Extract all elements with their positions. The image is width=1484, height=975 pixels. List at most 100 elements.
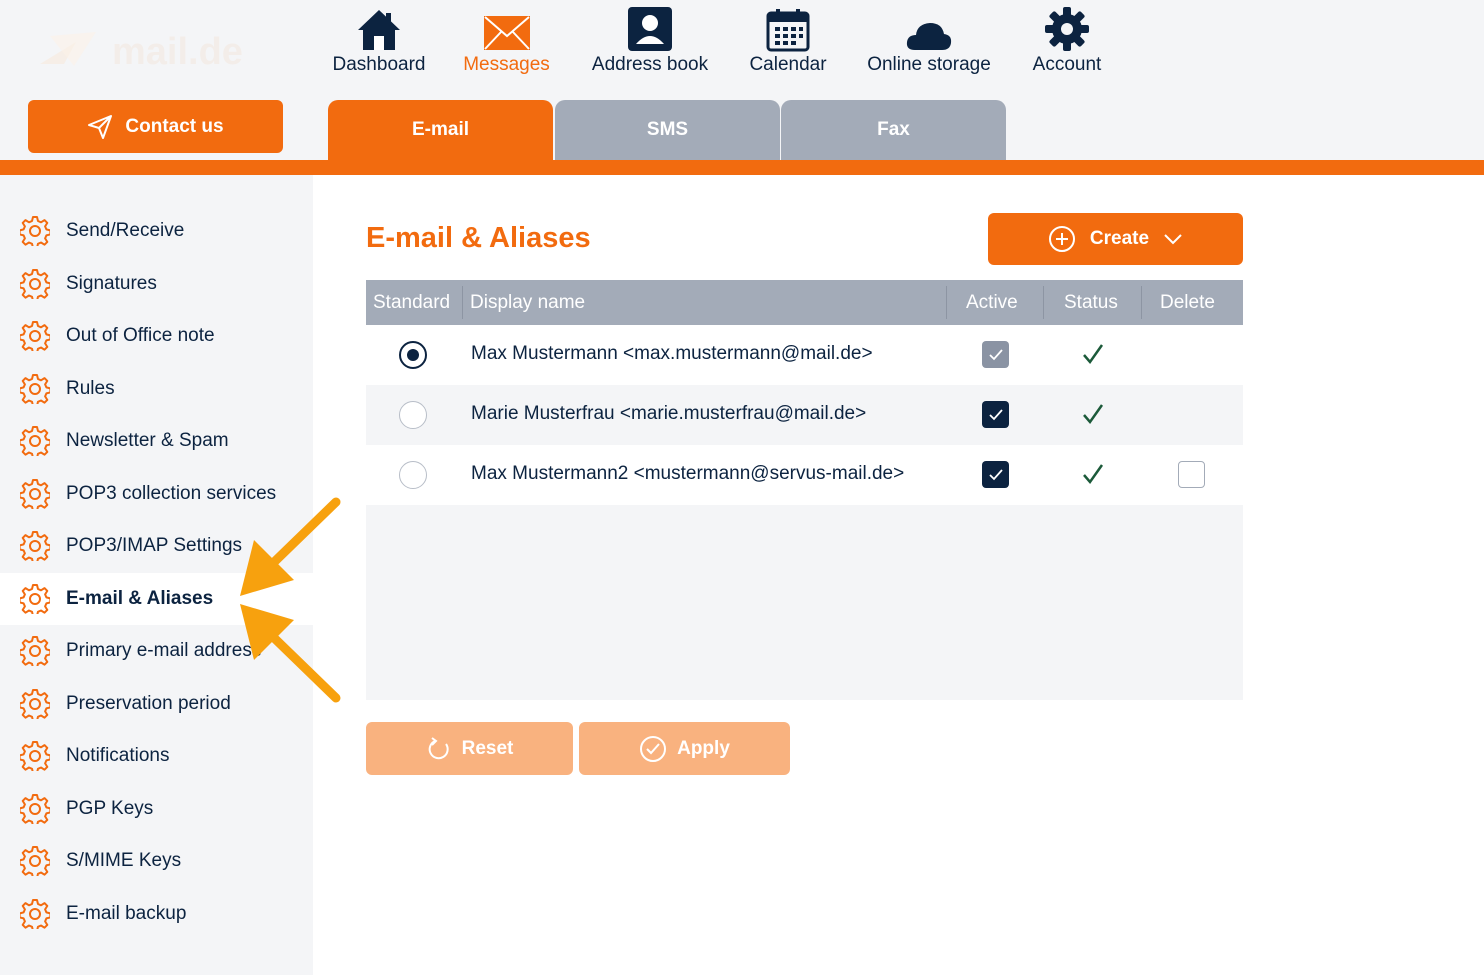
sidebar-item-pop3-collection[interactable]: POP3 collection services [0,468,313,520]
sidebar-item-label: Notifications [66,745,170,766]
col-status: Status [1064,291,1118,313]
checkmark-icon [988,468,1003,480]
chevron-down-icon [1164,234,1182,245]
gear-icon [20,636,50,666]
nav-messages-label: Messages [463,54,550,75]
nav-address-book[interactable]: Address book [585,0,715,90]
sidebar-item-email-backup[interactable]: E-mail backup [0,888,313,940]
gear-icon [20,216,50,246]
active-checkbox[interactable] [982,461,1009,488]
sidebar-item-send-receive[interactable]: Send/Receive [0,205,313,257]
refresh-icon [428,736,449,759]
checkmark-icon [988,408,1003,420]
nav-calendar[interactable]: Calendar [745,0,831,90]
standard-radio[interactable] [399,401,427,429]
check-circle-icon [640,735,667,762]
delete-checkbox[interactable] [1178,461,1205,488]
sidebar-item-preservation-period[interactable]: Preservation period [0,678,313,730]
contact-us-label: Contact us [125,115,224,137]
gear-icon [20,794,50,824]
status-ok-icon [1083,404,1104,425]
display-name: Marie Musterfrau <marie.musterfrau@mail.… [471,403,867,424]
tab-sms-label: SMS [646,119,689,140]
sidebar-item-label: Out of Office note [66,325,215,346]
gear-icon [20,689,50,719]
aliases-table: Standard Display name Active Status Dele… [366,280,1243,700]
gear-icon [20,321,50,351]
sidebar-item-label: E-mail & Aliases [66,588,214,609]
active-checkbox[interactable] [982,401,1009,428]
tab-email-label: E-mail [411,119,470,140]
apply-label: Apply [677,737,730,759]
nav-dashboard[interactable]: Dashboard [330,0,428,90]
sidebar-item-label: Rules [66,378,115,399]
reset-button[interactable]: Reset [366,722,573,775]
header-accent-bar [0,160,1484,175]
tab-email[interactable]: E-mail [328,100,553,160]
sidebar-item-label: POP3/IMAP Settings [66,535,243,556]
tab-sms[interactable]: SMS [555,100,780,160]
tab-fax[interactable]: Fax [781,100,1006,160]
nav-dashboard-label: Dashboard [332,54,426,75]
tab-fax-label: Fax [877,119,910,140]
apply-button[interactable]: Apply [579,722,790,775]
sidebar-item-pop3-imap-settings[interactable]: POP3/IMAP Settings [0,520,313,572]
gear-icon [20,374,50,404]
active-checkbox[interactable] [982,341,1009,368]
contact-us-button[interactable]: Contact us [28,100,283,153]
col-delete: Delete [1160,291,1215,313]
status-ok-icon [1083,464,1104,485]
nav-address-book-label: Address book [591,54,709,75]
gear-icon [20,426,50,456]
sidebar-item-primary-email[interactable]: Primary e-mail address [0,625,313,677]
sidebar-item-label: Preservation period [66,693,231,714]
logo-area: mail.de Contact us [0,0,313,160]
sidebar-item-label: POP3 collection services [66,483,277,504]
sidebar-item-label: PGP Keys [66,798,154,819]
col-divider [1043,286,1044,319]
col-divider [1141,286,1142,319]
standard-radio[interactable] [399,341,427,369]
standard-radio[interactable] [399,461,427,489]
status-ok-icon [1083,344,1104,365]
house-icon [358,10,400,50]
gear-icon [20,899,50,929]
gear-icon [20,269,50,299]
col-divider [462,286,463,319]
sidebar-item-newsletter-spam[interactable]: Newsletter & Spam [0,415,313,467]
reset-label: Reset [461,737,514,759]
sidebar-item-smime-keys[interactable]: S/MIME Keys [0,835,313,887]
col-standard: Standard [373,291,451,313]
table-row: Marie Musterfrau <marie.musterfrau@mail.… [366,385,1243,445]
checkmark-icon [988,348,1003,360]
nav-online-storage[interactable]: Online storage [862,0,996,90]
mail-de-logo[interactable]: mail.de [36,22,246,78]
table-header: Standard Display name Active Status Dele… [366,280,1243,325]
gear-icon [20,846,50,876]
contact-card-icon [628,7,672,51]
sidebar-item-notifications[interactable]: Notifications [0,730,313,782]
table-row: Max Mustermann2 <mustermann@servus-mail.… [366,445,1243,505]
sidebar-item-label: E-mail backup [66,903,187,924]
sidebar-item-rules[interactable]: Rules [0,363,313,415]
col-active: Active [966,291,1018,313]
cloud-icon [906,23,952,50]
sidebar-item-pgp-keys[interactable]: PGP Keys [0,783,313,835]
gear-icon [20,479,50,509]
sidebar-item-signatures[interactable]: Signatures [0,258,313,310]
sidebar-item-out-of-office[interactable]: Out of Office note [0,310,313,362]
settings-sidebar: Send/Receive Signatures Out of Office no… [0,175,313,975]
nav-messages[interactable]: Messages [459,0,554,90]
calendar-icon [766,9,810,52]
display-name: Max Mustermann <max.mustermann@mail.de> [471,343,873,364]
nav-account-label: Account [1032,54,1102,75]
svg-text:mail.de: mail.de [112,31,243,73]
plus-circle-icon [1048,226,1075,252]
create-button[interactable]: Create [988,213,1243,265]
gear-icon [20,584,50,614]
gear-icon [1045,7,1089,51]
page-title: E-mail & Aliases [366,222,591,254]
paper-plane-icon [88,114,113,139]
sidebar-item-email-aliases[interactable]: E-mail & Aliases [0,573,313,625]
nav-account[interactable]: Account [1027,0,1107,90]
